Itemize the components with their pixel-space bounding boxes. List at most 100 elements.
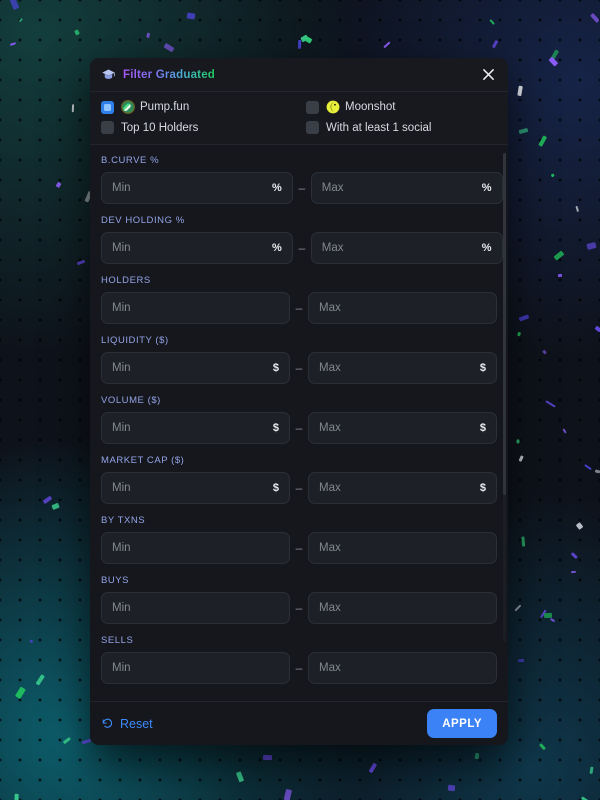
checkbox-pump-fun[interactable] — [101, 100, 114, 114]
min-input-wrapper-market-cap[interactable]: $ — [101, 472, 290, 504]
pumpfun-icon — [121, 100, 135, 114]
unit-symbol: % — [481, 242, 492, 254]
min-input-holders[interactable] — [112, 302, 279, 314]
range-separator: – — [295, 601, 303, 615]
max-input-market-cap[interactable] — [319, 482, 474, 494]
reset-button[interactable]: Reset — [101, 717, 153, 731]
max-input-sells[interactable] — [319, 662, 486, 674]
max-input-wrapper-b-curve[interactable]: % — [310, 172, 503, 204]
max-input-volume[interactable] — [319, 422, 474, 434]
scrollbar-track[interactable] — [503, 153, 506, 643]
filter-group-dev-holding: DEV HOLDING % % –% — [101, 215, 503, 264]
unit-symbol: $ — [479, 362, 486, 374]
unit-symbol: % — [272, 242, 282, 254]
filter-label: B.CURVE % — [101, 155, 160, 166]
min-input-wrapper-volume[interactable]: $ — [101, 412, 290, 444]
max-input-wrapper-market-cap[interactable]: $ — [308, 472, 497, 504]
checkbox-top-10-holders[interactable] — [101, 121, 114, 134]
unit-symbol: % — [272, 182, 282, 194]
toggle-top-10-holders[interactable]: Top 10 Holders — [101, 121, 306, 134]
filter-range-row: $ – $ — [101, 472, 497, 504]
min-input-liquidity[interactable] — [112, 362, 267, 374]
max-input-wrapper-dev-holding[interactable]: % — [310, 232, 503, 264]
min-input-volume[interactable] — [112, 422, 267, 434]
panel-title: Filter Graduated — [123, 68, 216, 81]
max-input-holders[interactable] — [319, 302, 486, 314]
filter-range-row: $ – $ — [101, 352, 497, 384]
max-input-wrapper-volume[interactable]: $ — [308, 412, 497, 444]
toggle-with-at-least-1-social[interactable]: With at least 1 social — [306, 121, 497, 134]
min-input-market-cap[interactable] — [112, 482, 267, 494]
close-icon[interactable] — [476, 63, 500, 87]
max-input-wrapper-by-txns[interactable] — [308, 532, 497, 564]
toggle-moonshot[interactable]: Moonshot — [306, 100, 497, 114]
filter-group-by-txns: BY TXNS – — [101, 515, 497, 564]
min-input-wrapper-b-curve[interactable]: % — [101, 172, 293, 204]
apply-button[interactable]: APPLY — [427, 709, 497, 738]
min-input-wrapper-holders[interactable] — [101, 292, 290, 324]
scrollbar-thumb[interactable] — [503, 153, 506, 496]
filter-range-row: % –% — [101, 172, 503, 204]
filter-group-liquidity: LIQUIDITY ($) $ – $ — [101, 335, 497, 384]
filter-label: MARKET CAP ($) — [101, 455, 185, 466]
graduation-cap-icon — [102, 69, 115, 79]
range-separator: – — [295, 301, 303, 315]
min-input-by-txns[interactable] — [112, 542, 279, 554]
filter-field-list: B.CURVE %%–%DEV HOLDING %%–%HOLDERS–LIQU… — [101, 155, 503, 684]
filter-range-row: % –% — [101, 232, 503, 264]
max-input-buys[interactable] — [319, 602, 486, 614]
max-input-wrapper-holders[interactable] — [308, 292, 497, 324]
filter-label: BY TXNS — [101, 515, 146, 526]
max-input-by-txns[interactable] — [319, 542, 486, 554]
min-input-buys[interactable] — [112, 602, 279, 614]
filter-group-holders: HOLDERS – — [101, 275, 497, 324]
unit-symbol: $ — [272, 362, 279, 374]
min-input-wrapper-sells[interactable] — [101, 652, 290, 684]
filter-group-volume: VOLUME ($) $ – $ — [101, 395, 497, 444]
moonshot-icon — [326, 100, 340, 114]
min-input-dev-holding[interactable] — [112, 242, 266, 254]
filter-group-b-curve: B.CURVE %% –% — [101, 155, 503, 204]
filter-group-sells: SELLS – — [101, 635, 497, 684]
filter-label: SELLS — [101, 635, 134, 646]
max-input-liquidity[interactable] — [319, 362, 474, 374]
toggle-options: Pump.fun Moonshot Top 10 Holders With at… — [90, 92, 508, 145]
filter-label: BUYS — [101, 575, 130, 586]
unit-symbol: $ — [479, 422, 486, 434]
range-separator: – — [298, 181, 306, 195]
max-input-b-curve[interactable] — [321, 182, 476, 194]
max-input-dev-holding[interactable] — [321, 242, 476, 254]
min-input-wrapper-buys[interactable] — [101, 592, 290, 624]
min-input-wrapper-dev-holding[interactable]: % — [101, 232, 293, 264]
filter-fields-scroll-area[interactable]: B.CURVE %%–%DEV HOLDING %%–%HOLDERS–LIQU… — [90, 145, 508, 701]
unit-symbol: $ — [272, 482, 279, 494]
min-input-sells[interactable] — [112, 662, 279, 674]
undo-icon — [102, 718, 113, 728]
checkbox-moonshot[interactable] — [306, 100, 319, 114]
range-separator: – — [295, 421, 303, 435]
filter-label: HOLDERS — [101, 275, 151, 286]
reset-label: Reset — [120, 716, 153, 731]
toggle-label: Pump.fun — [140, 101, 190, 113]
range-separator: – — [295, 661, 303, 675]
toggle-label: Top 10 Holders — [121, 121, 199, 134]
filter-label: DEV HOLDING % — [101, 215, 185, 226]
filter-label: VOLUME ($) — [101, 395, 161, 406]
min-input-wrapper-by-txns[interactable] — [101, 532, 290, 564]
max-input-wrapper-buys[interactable] — [308, 592, 497, 624]
min-input-b-curve[interactable] — [112, 182, 266, 194]
range-separator: – — [295, 541, 303, 555]
range-separator: – — [295, 481, 303, 495]
min-input-wrapper-liquidity[interactable]: $ — [101, 352, 290, 384]
close-glyph — [482, 69, 494, 80]
unit-symbol: $ — [272, 422, 279, 434]
checkbox-with-at-least-1-social[interactable] — [306, 121, 319, 134]
max-input-wrapper-sells[interactable] — [308, 652, 497, 684]
toggle-pump-fun[interactable]: Pump.fun — [101, 100, 306, 114]
range-separator: – — [295, 361, 303, 375]
filter-range-row: – — [101, 652, 497, 684]
filter-group-market-cap: MARKET CAP ($) $ – $ — [101, 455, 497, 504]
max-input-wrapper-liquidity[interactable]: $ — [308, 352, 497, 384]
unit-symbol: $ — [479, 482, 486, 494]
toggle-label: With at least 1 social — [326, 121, 432, 134]
